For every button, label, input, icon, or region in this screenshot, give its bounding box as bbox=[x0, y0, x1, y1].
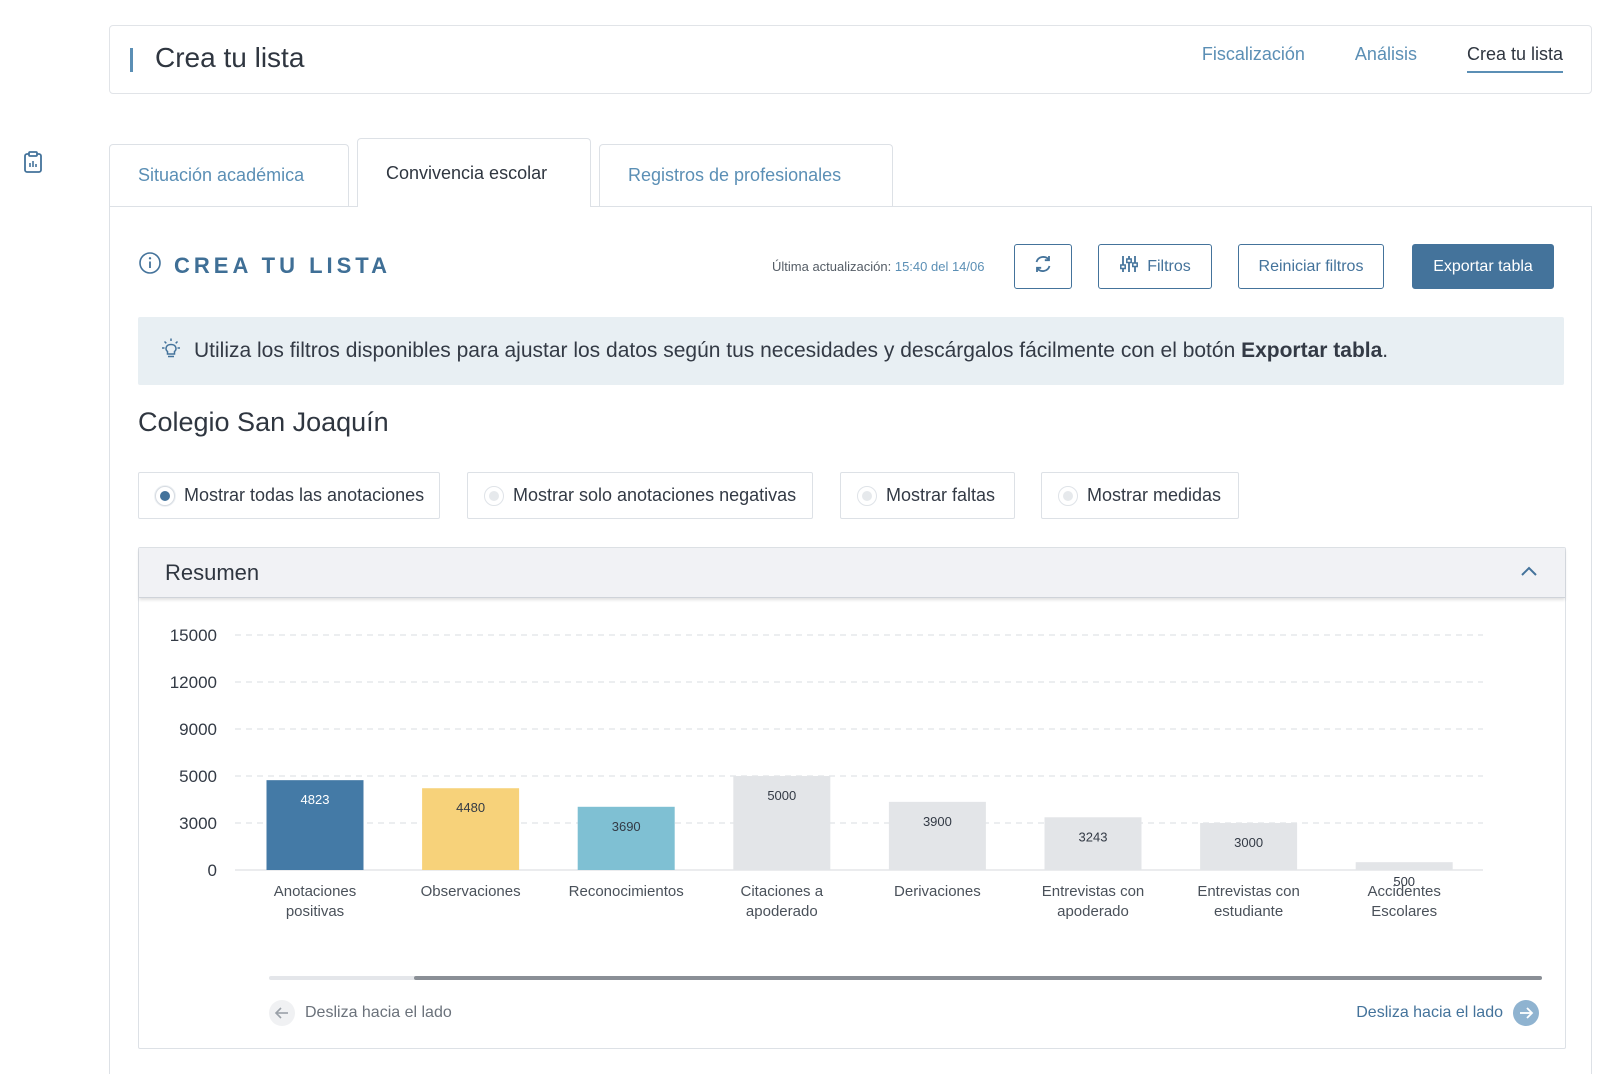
bar bbox=[1355, 862, 1453, 870]
page-header: Crea tu lista Fiscalización Análisis Cre… bbox=[109, 25, 1592, 94]
y-tick-label: 9000 bbox=[179, 720, 217, 739]
y-tick-label: 5000 bbox=[179, 767, 217, 786]
option-faltas[interactable]: Mostrar faltas bbox=[840, 472, 1015, 519]
slide-left-label: Desliza hacia el lado bbox=[305, 1004, 452, 1021]
radio-unselected[interactable] bbox=[1058, 485, 1078, 506]
clipboard-report-icon[interactable] bbox=[22, 150, 44, 174]
radio-unselected[interactable] bbox=[857, 485, 877, 506]
slide-left-control[interactable]: Desliza hacia el lado bbox=[269, 1000, 452, 1026]
y-tick-label: 12000 bbox=[170, 673, 217, 692]
refresh-button[interactable] bbox=[1014, 244, 1072, 289]
bar-value-label: 5000 bbox=[767, 788, 796, 803]
x-tick-label: Entrevistas con bbox=[1197, 883, 1300, 900]
last-update-label: Última actualización: bbox=[772, 259, 892, 274]
top-navigation: Fiscalización Análisis Crea tu lista bbox=[1202, 44, 1563, 73]
y-tick-label: 3000 bbox=[179, 814, 217, 833]
y-tick-label: 15000 bbox=[170, 626, 217, 645]
y-tick-label: 0 bbox=[208, 861, 217, 880]
nav-fiscalizacion[interactable]: Fiscalización bbox=[1202, 44, 1305, 73]
filters-button[interactable]: Filtros bbox=[1098, 244, 1212, 289]
nav-analisis[interactable]: Análisis bbox=[1355, 44, 1417, 73]
option-all-annotations[interactable]: Mostrar todas las anotaciones bbox=[138, 472, 440, 519]
arrow-right-icon[interactable] bbox=[1513, 1000, 1539, 1026]
summary-title: Resumen bbox=[165, 559, 260, 585]
option-negative-annotations[interactable]: Mostrar solo anotaciones negativas bbox=[467, 472, 813, 519]
summary-accordion: Resumen 0 3000 5000 9000 12000 15000 4823 Anota… bbox=[138, 547, 1566, 1049]
x-tick-label: Observaciones bbox=[421, 883, 521, 900]
x-tick-label: Citaciones a bbox=[741, 883, 824, 900]
summary-header[interactable]: Resumen bbox=[139, 548, 1565, 598]
hint-end: . bbox=[1382, 339, 1389, 362]
info-icon[interactable] bbox=[138, 251, 162, 280]
tab-situacion-academica[interactable]: Situación académica bbox=[109, 144, 349, 206]
bar bbox=[888, 801, 986, 870]
main-panel: CREA TU LISTA Última actualización: 15:4… bbox=[109, 206, 1592, 1074]
bar-value-label: 3690 bbox=[612, 819, 641, 834]
bar-value-label: 4823 bbox=[301, 792, 330, 807]
reset-filters-button[interactable]: Reiniciar filtros bbox=[1238, 244, 1384, 289]
refresh-icon bbox=[1032, 253, 1054, 280]
section-title: CREA TU LISTA bbox=[174, 252, 391, 278]
lightbulb-icon bbox=[158, 336, 184, 367]
slide-right-label: Desliza hacia el lado bbox=[1356, 1004, 1503, 1021]
x-tick-label: Reconocimientos bbox=[569, 883, 684, 900]
bar-value-label: 3000 bbox=[1234, 835, 1263, 850]
slide-right-control[interactable]: Desliza hacia el lado bbox=[1356, 1000, 1539, 1026]
bar-value-label: 3243 bbox=[1079, 829, 1108, 844]
option-medidas[interactable]: Mostrar medidas bbox=[1041, 472, 1239, 519]
nav-crea-tu-lista[interactable]: Crea tu lista bbox=[1466, 44, 1563, 73]
hint-banner: Utiliza los filtros disponibles para aju… bbox=[138, 317, 1564, 385]
option-label: Mostrar solo anotaciones negativas bbox=[513, 485, 797, 505]
bar-chart: 0 3000 5000 9000 12000 15000 4823 Anotaciones po… bbox=[170, 626, 1483, 920]
option-label: Mostrar faltas bbox=[886, 485, 996, 505]
hint-body: Utiliza los filtros disponibles para aju… bbox=[194, 339, 1242, 362]
tab-registros-profesionales[interactable]: Registros de profesionales bbox=[599, 144, 893, 206]
x-tick-label: Derivaciones bbox=[894, 883, 981, 900]
x-tick-label: positivas bbox=[286, 903, 344, 920]
bar-value-label: 3900 bbox=[923, 814, 952, 829]
x-tick-label: apoderado bbox=[746, 903, 818, 920]
option-label: Mostrar todas las anotaciones bbox=[184, 485, 425, 505]
radio-selected[interactable] bbox=[155, 485, 175, 506]
section-header: CREA TU LISTA bbox=[138, 251, 391, 280]
x-tick-label: Escolares bbox=[1371, 903, 1437, 920]
last-update-value: 15:40 del 14/06 bbox=[894, 259, 985, 274]
hint-text: Utiliza los filtros disponibles para aju… bbox=[194, 339, 1388, 363]
chevron-up-icon[interactable] bbox=[1519, 564, 1539, 582]
hint-bold: Exportar tabla bbox=[1241, 339, 1383, 362]
scrollbar-thumb[interactable] bbox=[414, 976, 1542, 980]
page-title: Crea tu lista bbox=[155, 42, 305, 73]
bar-value-label: 4480 bbox=[456, 800, 485, 815]
x-tick-label: Anotaciones bbox=[274, 883, 357, 900]
filters-label: Filtros bbox=[1147, 257, 1191, 275]
bar bbox=[577, 806, 675, 870]
arrow-left-icon[interactable] bbox=[269, 1000, 295, 1026]
export-table-button[interactable]: Exportar tabla bbox=[1412, 244, 1554, 289]
tab-convivencia-escolar[interactable]: Convivencia escolar bbox=[357, 138, 591, 207]
header-accent-bar bbox=[130, 48, 133, 72]
x-tick-label: apoderado bbox=[1057, 903, 1129, 920]
last-update: Última actualización: 15:40 del 14/06 bbox=[772, 259, 984, 274]
x-tick-label: Accidentes bbox=[1368, 883, 1441, 900]
option-label: Mostrar medidas bbox=[1087, 485, 1222, 505]
x-tick-label: estudiante bbox=[1214, 903, 1283, 920]
school-name: Colegio San Joaquín bbox=[138, 407, 389, 437]
horizontal-scrollbar[interactable] bbox=[269, 976, 1542, 980]
x-tick-label: Entrevistas con bbox=[1042, 883, 1145, 900]
sliders-icon bbox=[1119, 254, 1139, 279]
radio-unselected[interactable] bbox=[484, 485, 504, 506]
